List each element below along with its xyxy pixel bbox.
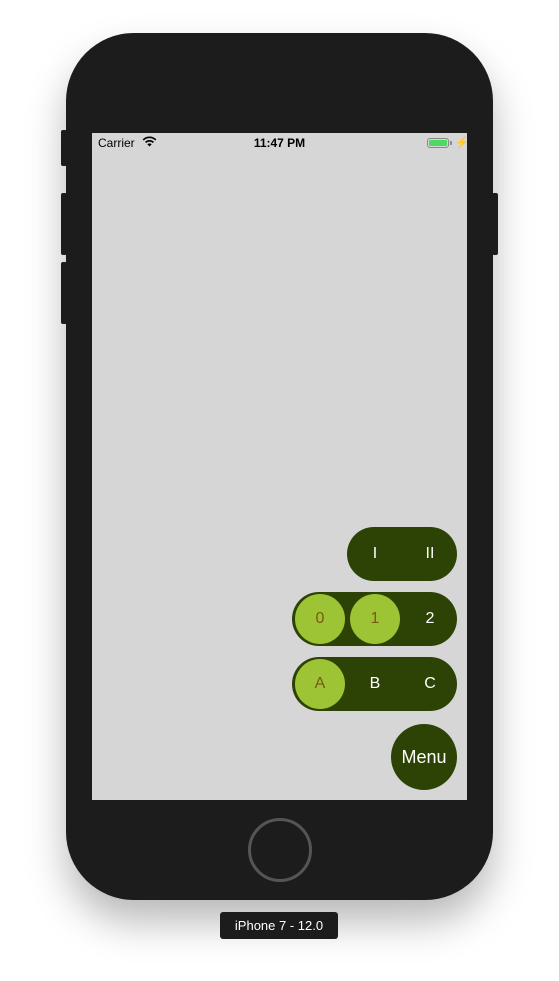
mute-switch <box>61 130 67 166</box>
number-option-0[interactable]: 0 <box>295 594 345 644</box>
number-option-2[interactable]: 2 <box>405 594 455 644</box>
battery-icon <box>427 138 449 148</box>
roman-option-i[interactable]: I <box>350 529 400 579</box>
battery-cap <box>450 141 452 145</box>
home-button[interactable] <box>248 818 312 882</box>
letter-option-c[interactable]: C <box>405 659 455 709</box>
volume-up-button <box>61 193 67 255</box>
device-label: iPhone 7 - 12.0 <box>220 912 338 939</box>
menu-button[interactable]: Menu <box>391 724 457 790</box>
charging-icon: ⚡ <box>455 137 467 149</box>
status-bar: Carrier 11:47 PM ⚡ <box>92 133 467 153</box>
status-time: 11:47 PM <box>253 136 306 150</box>
letter-option-a[interactable]: A <box>295 659 345 709</box>
power-button <box>492 193 498 255</box>
roman-option-ii[interactable]: II <box>405 529 455 579</box>
screen: Carrier 11:47 PM ⚡ I II 0 1 2 A B C Menu <box>92 133 467 800</box>
volume-down-button <box>61 262 67 324</box>
number-option-1[interactable]: 1 <box>350 594 400 644</box>
letter-option-b[interactable]: B <box>350 659 400 709</box>
